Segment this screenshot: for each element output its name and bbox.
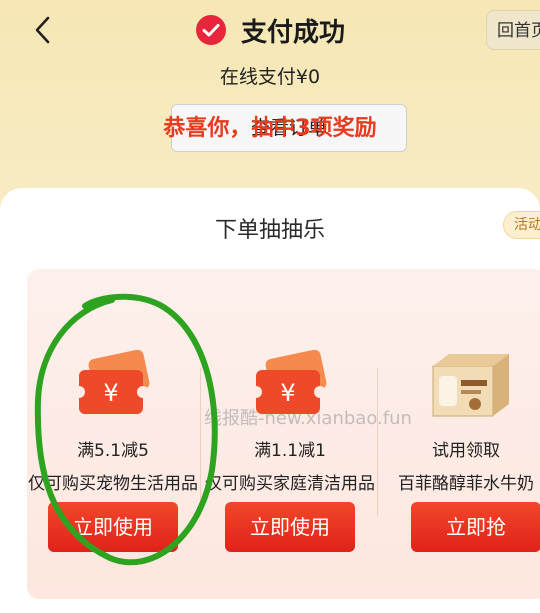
grab-now-button[interactable]: 立即抢 [411,502,540,552]
use-now-button[interactable]: 立即使用 [48,502,178,552]
payment-amount: 在线支付¥0 [219,66,321,88]
lottery-title: 下单抽抽乐 [214,218,325,243]
coupon-ticket-icon: ¥ [73,350,150,414]
prize-description: 仅可购买宠物生活用品 [28,474,198,494]
watermark: 线报酷-new.xianbao.fun [204,408,412,429]
page-title: 支付成功 [240,17,345,48]
check-circle-icon [195,15,226,45]
activity-rules-tag[interactable]: 活动规则 [503,211,540,239]
svg-text:¥: ¥ [280,379,295,407]
prize-description: 仅可购买家庭清洁用品 [205,474,375,494]
home-button[interactable]: 回首页 [486,10,540,50]
prize-name: 满1.1减1 [254,441,326,461]
prize-name: 试用领取 [432,441,500,461]
prize-name: 满5.1减5 [77,441,149,461]
header: 支付成功 回首页 在线支付¥0 查看订单 [0,0,540,190]
prize-icon-wrap: ¥ [25,350,201,420]
congrats-text: 恭喜你，抽中3项奖励 [163,116,377,141]
title-group: 支付成功 [0,12,540,48]
svg-text:¥: ¥ [103,379,118,407]
milk-product-image [432,354,509,417]
use-now-button[interactable]: 立即使用 [225,502,355,552]
prize-description: 百菲酪醇菲水牛奶 [398,474,534,494]
